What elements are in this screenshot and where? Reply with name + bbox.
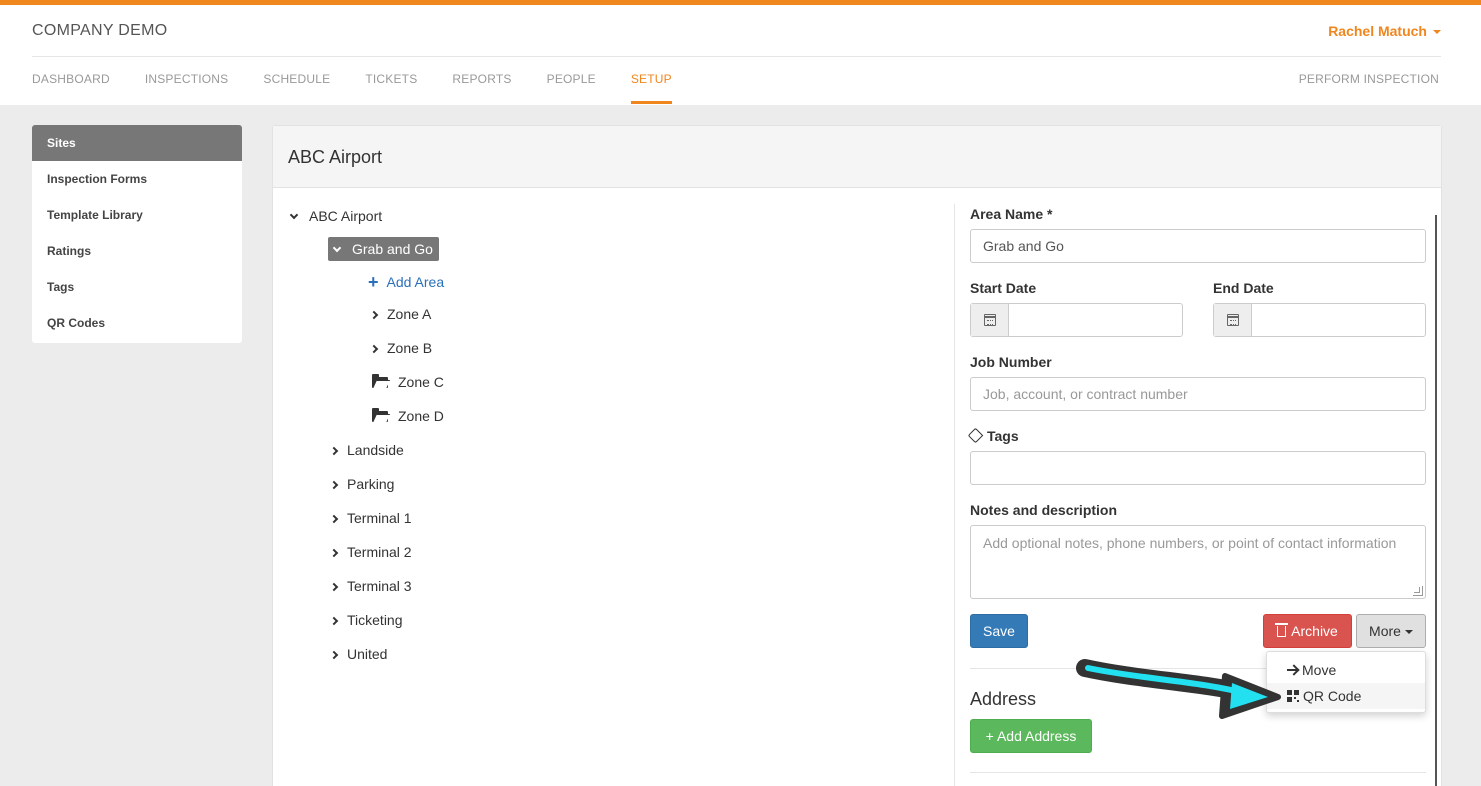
notes-placeholder: Add optional notes, phone numbers, or po… <box>983 535 1397 551</box>
job-number-input[interactable]: Job, account, or contract number <box>970 377 1426 411</box>
notes-textarea[interactable]: Add optional notes, phone numbers, or po… <box>970 525 1426 599</box>
chevron-right-icon <box>329 548 339 558</box>
tree-node-zone-d[interactable]: Zone D <box>372 408 444 424</box>
chevron-right-icon <box>329 650 339 660</box>
nav-inspections[interactable]: INSPECTIONS <box>145 72 229 104</box>
tree-node-root[interactable]: ABC Airport <box>289 208 382 224</box>
tree-node-ticketing[interactable]: Ticketing <box>329 612 403 628</box>
chevron-down-icon <box>289 210 299 220</box>
header-divider <box>32 56 1441 57</box>
sidebar-item-template-library[interactable]: Template Library <box>32 197 242 233</box>
tree-node-zone-c[interactable]: Zone C <box>372 374 444 390</box>
tree-node-zone-b[interactable]: Zone B <box>369 340 432 356</box>
save-button[interactable]: Save <box>970 614 1028 648</box>
page-title: ABC Airport <box>288 147 383 167</box>
end-date-calendar-button[interactable] <box>1214 304 1252 336</box>
tags-label: Tags <box>967 427 1019 444</box>
trash-icon <box>1275 623 1289 637</box>
tree-node-landside[interactable]: Landside <box>329 442 404 458</box>
calendar-icon <box>983 314 996 326</box>
tree-node-zone-a[interactable]: Zone A <box>369 306 431 322</box>
tree-node-terminal-3[interactable]: Terminal 3 <box>329 578 412 594</box>
chevron-down-icon <box>1433 30 1441 35</box>
sidebar-item-qr-codes[interactable]: QR Codes <box>32 305 242 341</box>
panel-header: ABC Airport <box>273 126 1441 188</box>
chevron-down-icon <box>1404 630 1413 635</box>
form-divider-2 <box>970 772 1426 773</box>
more-button[interactable]: More <box>1356 614 1426 648</box>
chevron-down-icon <box>332 243 342 253</box>
job-number-label: Job Number <box>970 354 1052 370</box>
nav-setup[interactable]: SETUP <box>630 72 672 104</box>
resize-handle-icon[interactable] <box>1413 586 1423 596</box>
nav-people[interactable]: PEOPLE <box>547 72 596 104</box>
arrow-right-icon <box>1287 669 1297 671</box>
header: COMPANY DEMO Rachel Matuch DASHBOARD INS… <box>0 5 1481 105</box>
tag-icon <box>967 427 984 444</box>
tree-node-selected[interactable]: Grab and Go <box>328 237 439 261</box>
address-heading: Address <box>970 689 1037 709</box>
chevron-right-icon <box>369 344 379 354</box>
company-name: COMPANY DEMO <box>32 22 168 39</box>
folder-open-icon <box>372 408 388 422</box>
nav-reports[interactable]: REPORTS <box>452 72 511 104</box>
calendar-icon <box>1226 314 1239 326</box>
menu-item-move[interactable]: Move <box>1267 657 1425 683</box>
chevron-right-icon <box>329 582 339 592</box>
user-name: Rachel Matuch <box>1328 23 1427 39</box>
start-date-label: Start Date <box>970 280 1037 296</box>
folder-open-icon <box>372 374 388 388</box>
chevron-right-icon <box>329 616 339 626</box>
panel-divider <box>954 204 955 786</box>
start-date-calendar-button[interactable] <box>971 304 1009 336</box>
chevron-right-icon <box>369 310 379 320</box>
tags-input[interactable] <box>970 451 1426 485</box>
main-nav: DASHBOARD INSPECTIONS SCHEDULE TICKETS R… <box>32 72 707 104</box>
add-area-link[interactable]: + Add Area <box>368 272 444 293</box>
setup-sidebar: Sites Inspection Forms Template Library … <box>32 125 242 343</box>
sidebar-item-sites[interactable]: Sites <box>32 125 242 161</box>
tree-node-terminal-2[interactable]: Terminal 2 <box>329 544 412 560</box>
tree-node-united[interactable]: United <box>329 646 387 662</box>
area-name-input[interactable]: Grab and Go <box>970 229 1426 263</box>
perform-inspection-link[interactable]: PERFORM INSPECTION <box>1299 72 1439 86</box>
sidebar-item-tags[interactable]: Tags <box>32 269 242 305</box>
start-date-field[interactable] <box>970 303 1183 337</box>
add-address-button[interactable]: + Add Address <box>970 719 1092 753</box>
nav-dashboard[interactable]: DASHBOARD <box>32 72 110 104</box>
scrollbar[interactable] <box>1435 215 1437 786</box>
nav-tickets[interactable]: TICKETS <box>365 72 417 104</box>
end-date-field[interactable] <box>1213 303 1426 337</box>
menu-item-qr-code[interactable]: QR Code <box>1267 683 1425 709</box>
nav-schedule[interactable]: SCHEDULE <box>263 72 330 104</box>
qrcode-icon <box>1287 690 1299 702</box>
sidebar-item-ratings[interactable]: Ratings <box>32 233 242 269</box>
user-menu[interactable]: Rachel Matuch <box>1328 23 1441 39</box>
notes-label: Notes and description <box>970 502 1118 518</box>
tree-node-terminal-1[interactable]: Terminal 1 <box>329 510 412 526</box>
archive-button[interactable]: Archive <box>1263 614 1352 648</box>
chevron-right-icon <box>329 514 339 524</box>
end-date-label: End Date <box>1213 280 1274 296</box>
area-name-label: Area Name * <box>970 206 1053 222</box>
tree-node-parking[interactable]: Parking <box>329 476 394 492</box>
chevron-right-icon <box>329 446 339 456</box>
chevron-right-icon <box>329 480 339 490</box>
plus-icon: + <box>368 272 379 292</box>
more-dropdown-menu: Move QR Code <box>1266 651 1426 713</box>
sidebar-item-inspection-forms[interactable]: Inspection Forms <box>32 161 242 197</box>
